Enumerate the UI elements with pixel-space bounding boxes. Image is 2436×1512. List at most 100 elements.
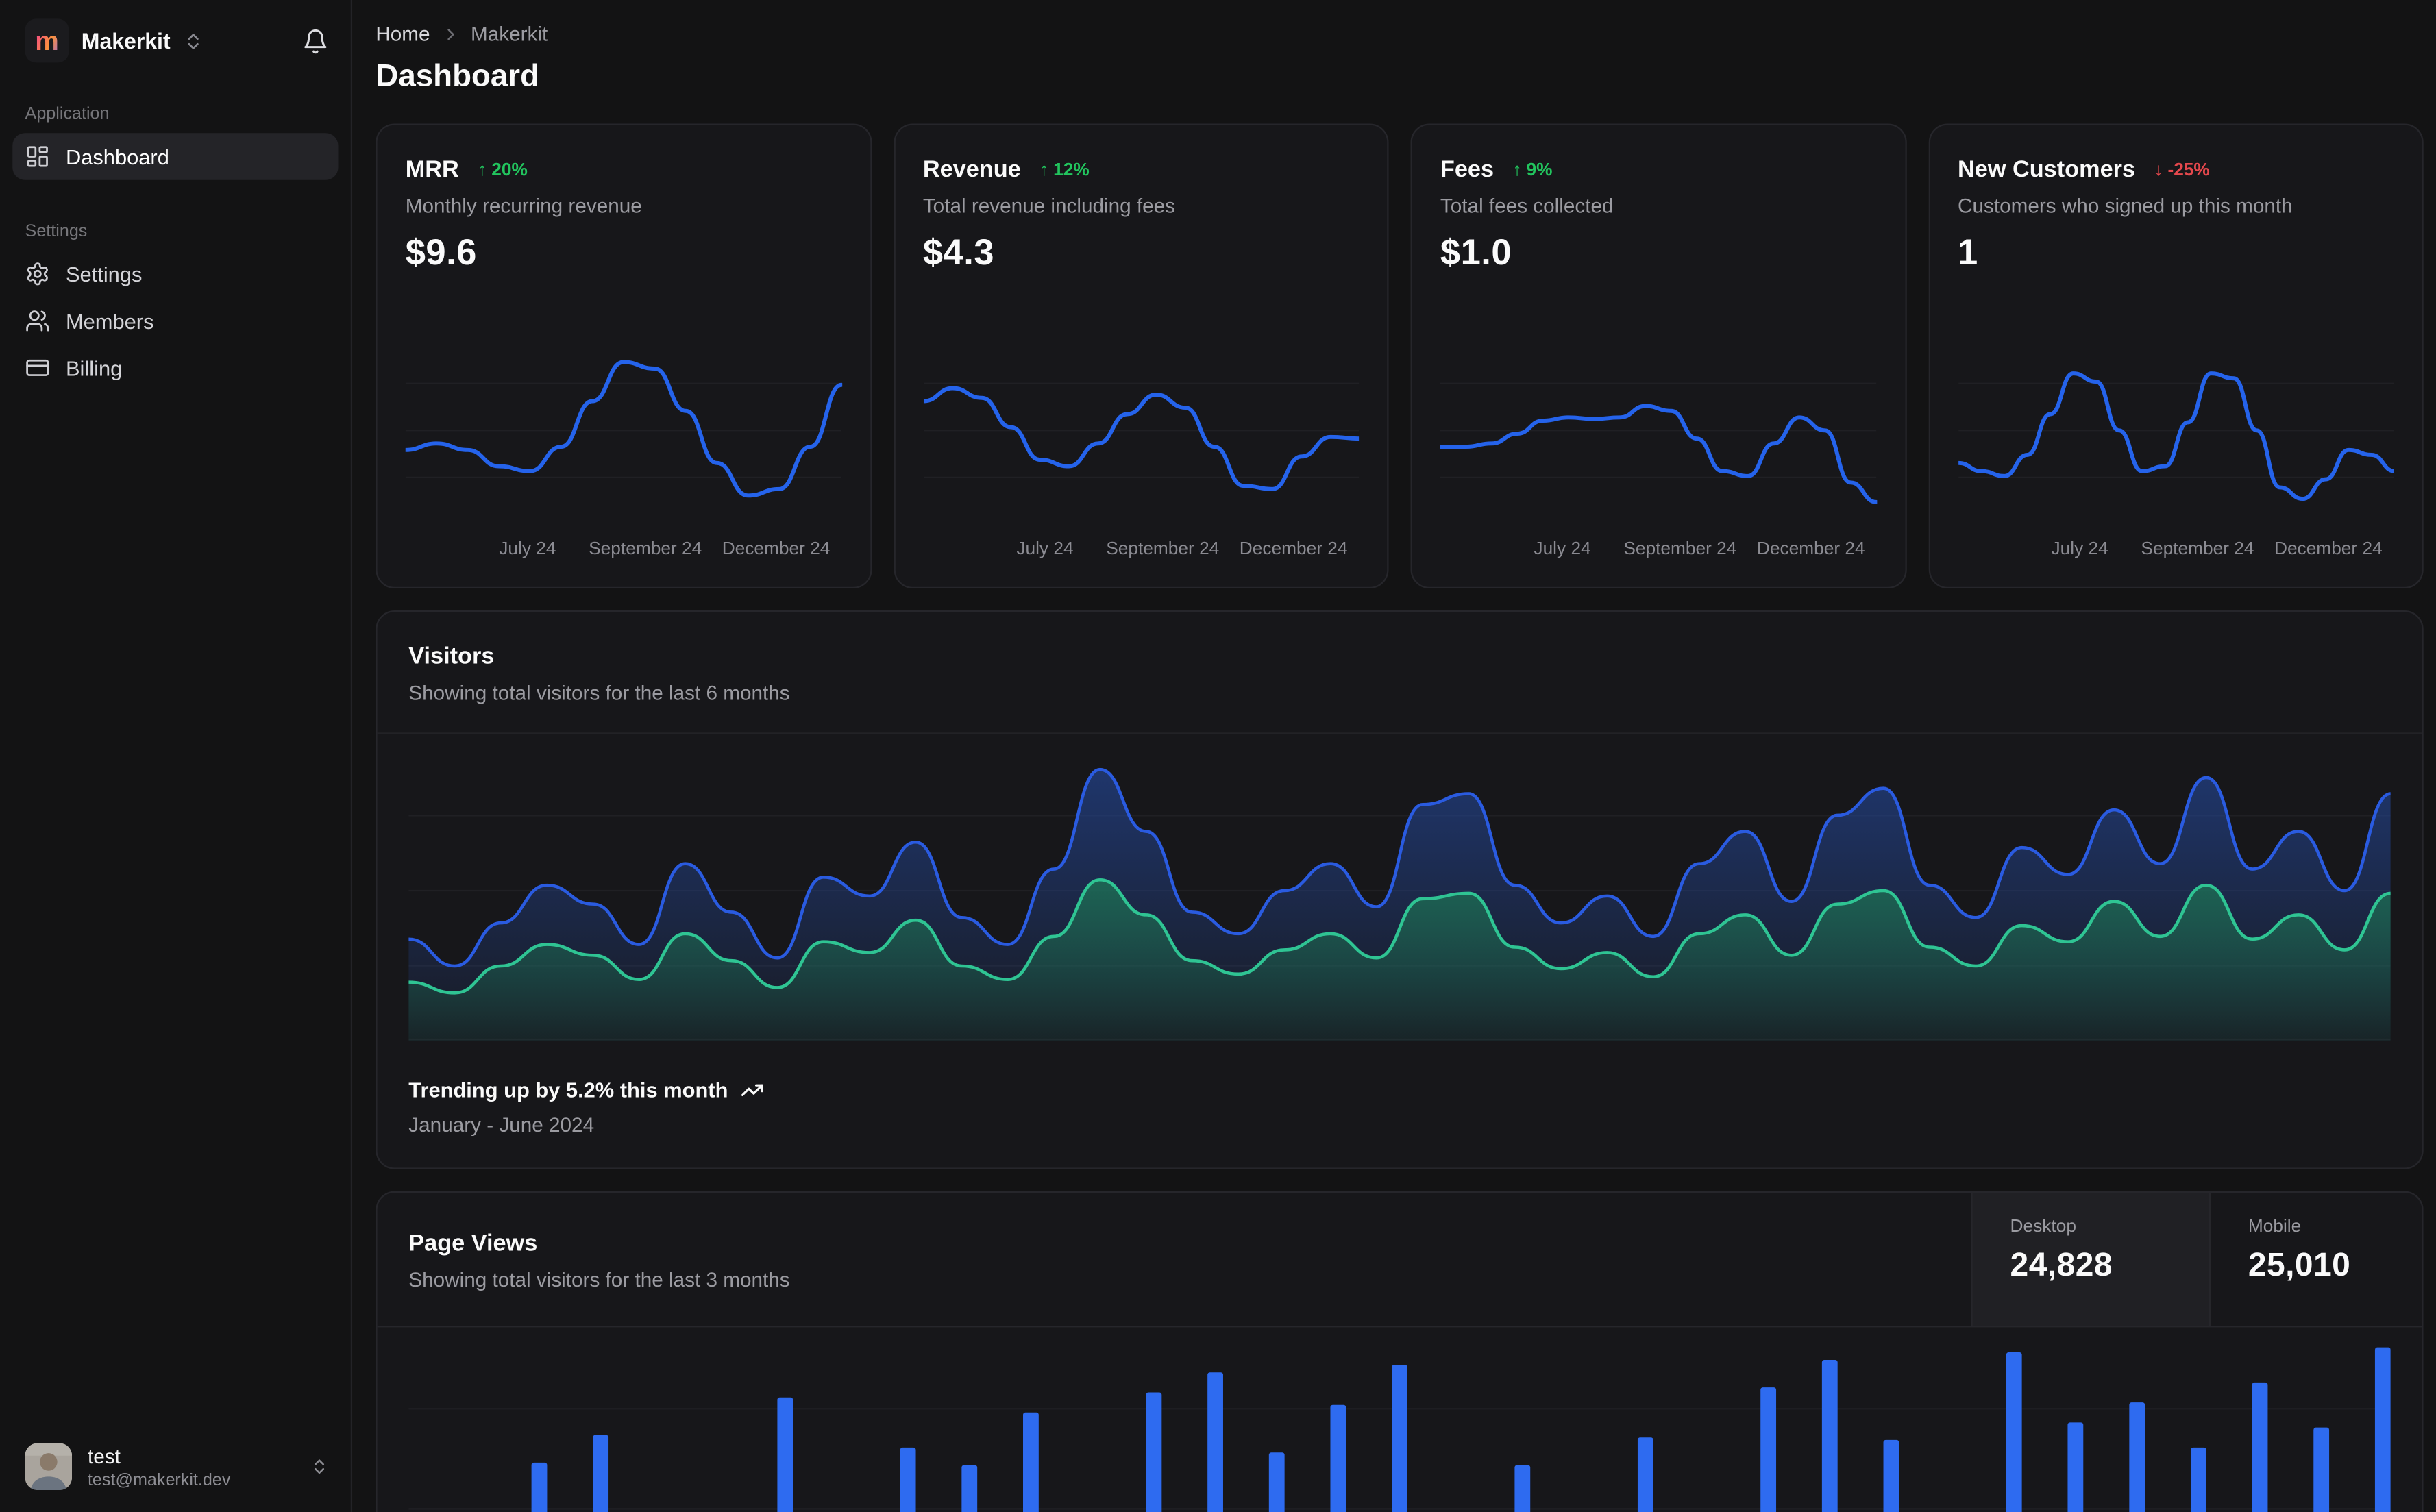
visitors-title: Visitors (408, 643, 495, 670)
page-views-chart (378, 1327, 2422, 1512)
stat-card-sparkline (1958, 336, 2394, 524)
trend-value: 20% (491, 160, 528, 179)
trend-arrow-icon: ↑ (478, 160, 487, 179)
stat-card-fees: Fees ↑ 9% Total fees collected $1.0 July… (1410, 123, 1906, 589)
chevrons-up-down-icon (310, 1457, 328, 1476)
trend-arrow-icon: ↑ (1039, 160, 1049, 179)
trending-up-icon (741, 1078, 764, 1102)
visitors-chart (378, 734, 2422, 1041)
page-views-stat-desktop[interactable]: Desktop 24,828 (1971, 1192, 2209, 1326)
trend-value: 9% (1526, 160, 1553, 179)
stat-card-sparkline (922, 336, 1360, 524)
x-axis-tick: September 24 (2141, 540, 2254, 559)
x-axis-tick: July 24 (1016, 540, 1074, 559)
nav-group-settings: Settings Members Billing (12, 251, 338, 392)
main-content: Home Makerkit Dashboard MRR ↑ 20% Monthl… (352, 0, 2436, 1512)
stat-card-value: $4.3 (922, 232, 994, 273)
stat-card-title: New Customers (1958, 156, 2136, 184)
user-name: test (87, 1443, 121, 1467)
workspace-name: Makerkit (81, 28, 171, 53)
visitors-footer: Trending up by 5.2% this month January -… (378, 1041, 2422, 1167)
stat-card-value: $1.0 (1440, 232, 1512, 273)
x-axis-tick: December 24 (2274, 540, 2383, 559)
layout-dashboard-icon (25, 144, 51, 169)
page-title: Dashboard (376, 59, 540, 95)
stat-card-title: Fees (1440, 156, 1494, 184)
workspace-selector[interactable]: m Makerkit (25, 18, 204, 63)
trend-badge: ↓ -25% (2154, 160, 2209, 179)
sidebar-item-label: Members (65, 309, 154, 333)
page-views-stats: Desktop 24,828 Mobile 25,010 (1971, 1192, 2422, 1326)
stat-card-value: $9.6 (405, 232, 477, 273)
breadcrumb-home-link[interactable]: Home (376, 22, 430, 45)
sparkline-chart (405, 360, 842, 498)
sidebar-item-label: Settings (65, 262, 143, 286)
stat-toggle-label: Mobile (2248, 1217, 2302, 1237)
sidebar-item-members[interactable]: Members (12, 297, 338, 345)
makerkit-logo-letter: m (35, 25, 59, 56)
users-icon (25, 308, 51, 334)
sparkline-x-axis: July 24 September 24 December 24 (1958, 540, 2394, 565)
x-axis-tick: September 24 (1106, 540, 1220, 559)
x-axis-tick: September 24 (1623, 540, 1737, 559)
stat-card-grid: MRR ↑ 20% Monthly recurring revenue $9.6… (376, 123, 2424, 589)
breadcrumb: Home Makerkit (376, 22, 2423, 45)
sparkline-chart (922, 382, 1360, 491)
stat-card-sparkline (405, 336, 842, 524)
x-axis-tick: July 24 (1534, 540, 1591, 559)
page-views-header: Page Views Showing total visitors for th… (377, 1192, 2422, 1328)
sparkline-x-axis: July 24 September 24 December 24 (923, 540, 1359, 565)
stat-toggle-value: 24,828 (2010, 1247, 2113, 1284)
sidebar: m Makerkit Application Dashboard Setting… (0, 0, 353, 1512)
trend-arrow-icon: ↑ (1512, 160, 1522, 179)
stat-card-description: Monthly recurring revenue (405, 194, 642, 218)
x-axis-tick: December 24 (1239, 540, 1348, 559)
visitors-card: Visitors Showing total visitors for the … (376, 610, 2424, 1169)
stat-card-sparkline (1440, 336, 1877, 524)
sidebar-item-label: Billing (65, 356, 123, 380)
trend-value: -25% (2167, 160, 2210, 179)
stat-toggle-label: Desktop (2010, 1217, 2076, 1237)
chevron-right-icon (441, 24, 460, 42)
sparkline-chart (1440, 382, 1877, 504)
visitors-header: Visitors Showing total visitors for the … (377, 612, 2422, 734)
stat-card-description: Total revenue including fees (922, 194, 1176, 218)
trend-badge: ↑ 20% (478, 160, 528, 179)
stat-card-description: Customers who signed up this month (1958, 194, 2293, 218)
nav-group-label-application: Application (25, 105, 110, 124)
x-axis-tick: December 24 (722, 540, 831, 559)
sidebar-header: m Makerkit (0, 18, 351, 63)
settings-icon (25, 262, 51, 287)
sidebar-nav: Application Dashboard Settings Settings … (0, 62, 351, 1424)
nav-group-application: Dashboard (12, 133, 339, 180)
visitors-subtitle: Showing total visitors for the last 6 mo… (408, 680, 790, 705)
page-views-bar-chart (408, 1347, 2391, 1512)
page-views-stat-mobile[interactable]: Mobile 25,010 (2209, 1192, 2422, 1326)
bell-icon (302, 27, 329, 54)
app-root: m Makerkit Application Dashboard Setting… (0, 0, 2436, 1512)
sidebar-item-settings[interactable]: Settings (12, 251, 338, 298)
stat-card-title: MRR (405, 156, 459, 184)
trend-value: 12% (1053, 160, 1090, 179)
sparkline-x-axis: July 24 September 24 December 24 (1440, 540, 1876, 565)
credit-card-icon (25, 356, 51, 381)
x-axis-tick: July 24 (499, 540, 556, 559)
x-axis-tick: September 24 (589, 540, 702, 559)
sidebar-item-billing[interactable]: Billing (12, 345, 338, 392)
notifications-button[interactable] (302, 27, 329, 54)
stat-toggle-value: 25,010 (2248, 1247, 2351, 1284)
stat-card-mrr: MRR ↑ 20% Monthly recurring revenue $9.6… (376, 123, 872, 589)
page-views-card: Page Views Showing total visitors for th… (376, 1191, 2424, 1512)
sidebar-item-dashboard[interactable]: Dashboard (12, 133, 339, 180)
stat-card-title: Revenue (922, 156, 1021, 184)
trend-badge: ↑ 12% (1039, 160, 1090, 179)
page-views-titles: Page Views Showing total visitors for th… (378, 1193, 1971, 1326)
user-menu[interactable]: test test@makerkit.dev (0, 1424, 351, 1512)
page-views-title: Page Views (408, 1230, 538, 1257)
chevrons-up-down-icon (183, 31, 204, 51)
sparkline-x-axis: July 24 September 24 December 24 (406, 540, 841, 565)
sparkline-chart (1958, 371, 2394, 501)
user-meta: test test@makerkit.dev (88, 1444, 230, 1489)
stat-card-description: Total fees collected (1440, 194, 1614, 218)
visitors-trend-text: Trending up by 5.2% this month (408, 1078, 728, 1102)
